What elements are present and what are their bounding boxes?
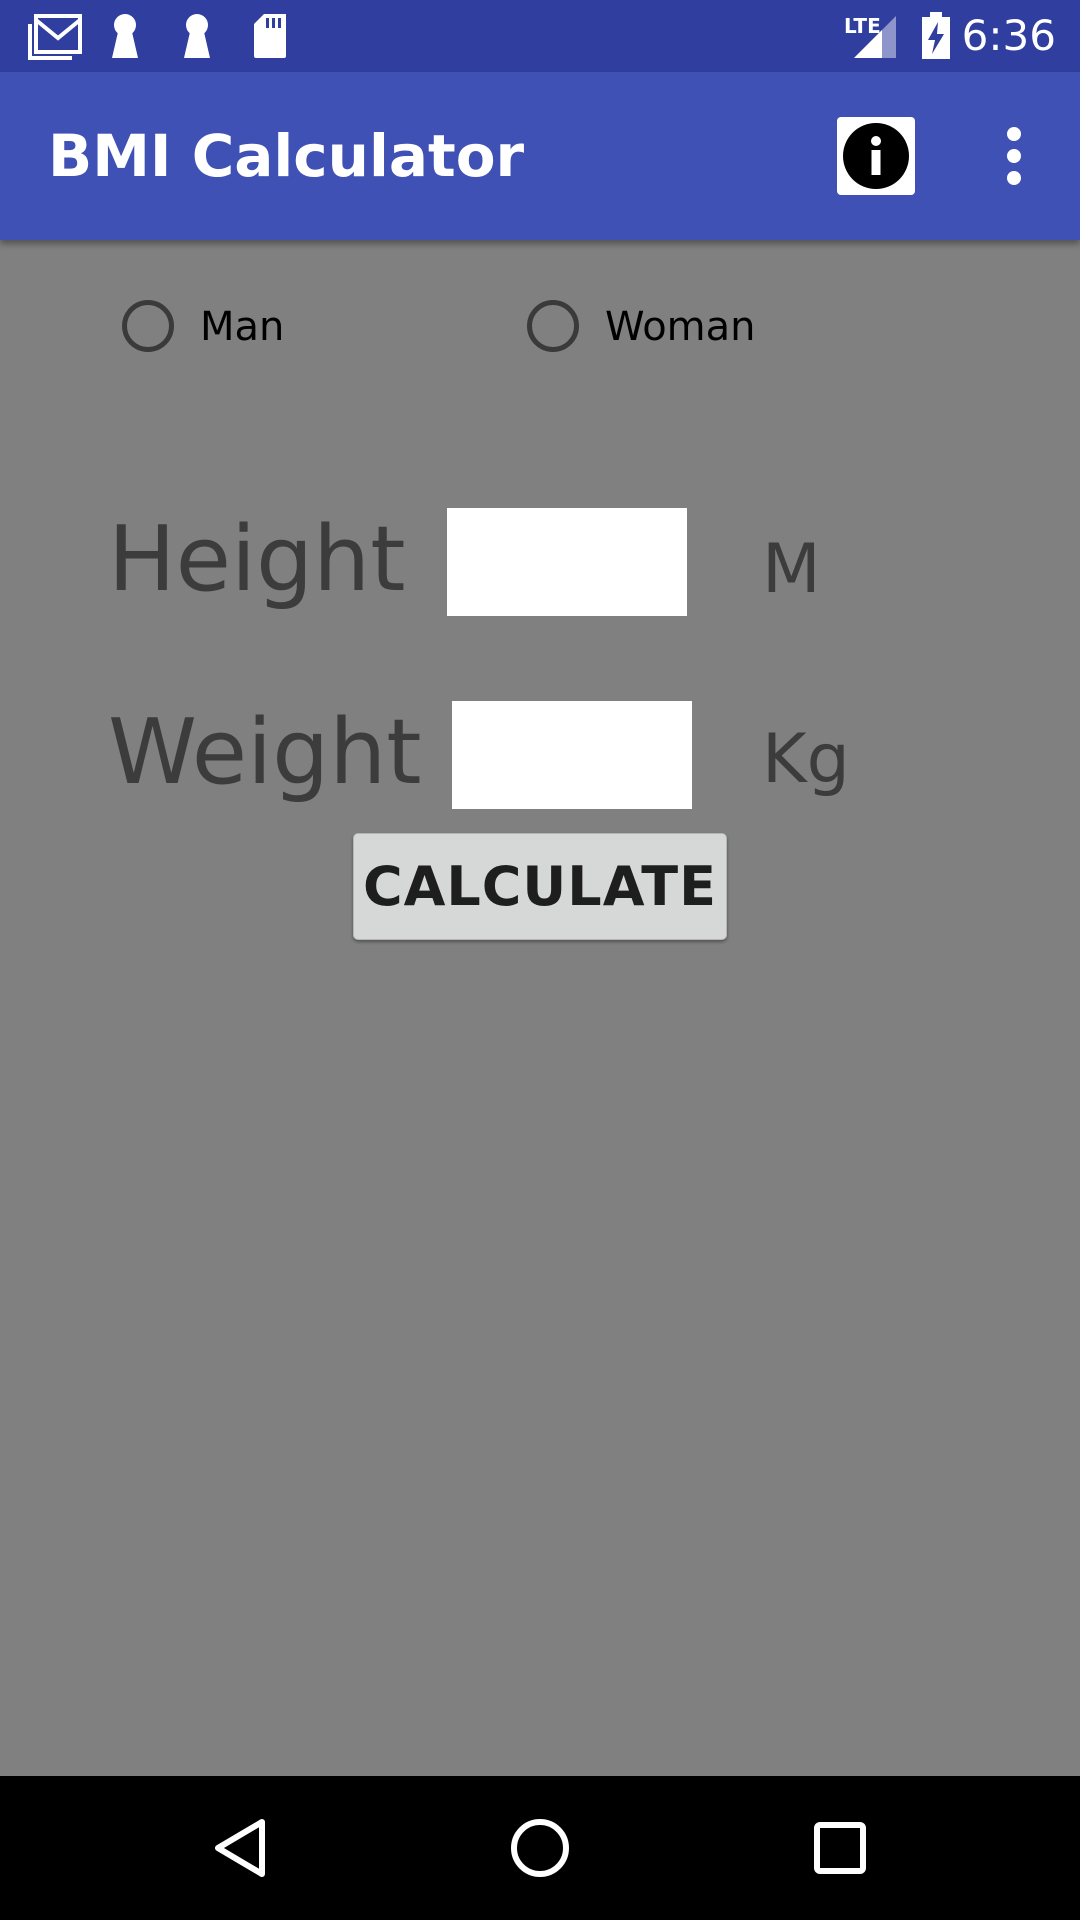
sd-card-icon: [254, 14, 286, 58]
weight-unit: Kg: [762, 720, 850, 799]
keyhole-icon: [112, 14, 138, 58]
info-button[interactable]: [837, 117, 915, 195]
weight-label: Weight: [108, 700, 422, 805]
status-time: 6:36: [961, 11, 1056, 60]
status-bar: LTE 6:36: [0, 0, 1080, 72]
radio-circle-icon: [122, 300, 174, 352]
calculate-button[interactable]: CALCULATE: [353, 833, 727, 940]
radio-man[interactable]: Man: [122, 298, 342, 362]
back-icon[interactable]: [204, 1812, 276, 1884]
height-label: Height: [108, 507, 406, 612]
battery-charging-icon: [922, 12, 950, 59]
radio-woman-label: Woman: [605, 304, 756, 350]
gmail-icon: [28, 14, 82, 60]
overflow-menu-button[interactable]: [990, 120, 1038, 192]
app-bar: BMI Calculator: [0, 72, 1080, 240]
navigation-bar: [0, 1776, 1080, 1920]
screen: LTE 6:36 BMI Calculator Man Woman Height…: [0, 0, 1080, 1920]
home-icon[interactable]: [504, 1812, 576, 1884]
radio-woman[interactable]: Woman: [527, 298, 787, 362]
height-unit: M: [762, 530, 821, 609]
radio-circle-icon: [527, 300, 579, 352]
height-input[interactable]: [447, 508, 687, 616]
app-title: BMI Calculator: [48, 122, 525, 190]
recents-icon[interactable]: [804, 1812, 876, 1884]
signal-icon: [854, 16, 896, 58]
overflow-menu-icon: [1007, 127, 1021, 185]
radio-man-label: Man: [200, 304, 285, 350]
keyhole-icon: [184, 14, 210, 58]
weight-input[interactable]: [452, 701, 692, 809]
info-icon: [843, 123, 909, 189]
